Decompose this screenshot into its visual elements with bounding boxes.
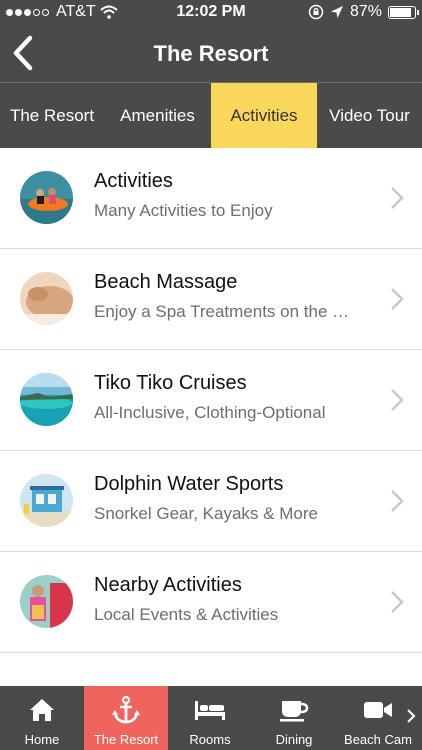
activities-thumbnail	[20, 171, 73, 224]
tab-bar: The Resort Amenities Activities Video To…	[0, 83, 422, 148]
nav-dining[interactable]: Dining	[252, 686, 336, 750]
nav-rooms[interactable]: Rooms	[168, 686, 252, 750]
nav-label: Beach Cam	[344, 732, 412, 747]
list-item-beach-massage[interactable]: Beach Massage Enjoy a Spa Treatments on …	[0, 249, 422, 350]
list-item-title: Tiko Tiko Cruises	[94, 372, 247, 394]
video-camera-icon	[364, 702, 392, 718]
tab-the-resort[interactable]: The Resort	[0, 83, 104, 148]
list-item-subtitle: All-Inclusive, Clothing-Optional	[94, 403, 326, 422]
chevron-right-icon	[391, 591, 404, 613]
nav-beach-cam[interactable]: Beach Cam	[336, 686, 420, 750]
list-item-nearby-activities[interactable]: Nearby Activities Local Events & Activit…	[0, 552, 422, 653]
nav-label: Dining	[275, 732, 313, 747]
bed-icon	[195, 701, 225, 720]
activities-list: Activities Many Activities to Enjoy Beac…	[0, 148, 422, 653]
list-item-tiko-tiko-cruises[interactable]: Tiko Tiko Cruises All-Inclusive, Clothin…	[0, 350, 422, 451]
nav-label: The Resort	[93, 732, 159, 747]
chevron-right-icon	[391, 187, 404, 209]
beach-massage-thumbnail	[20, 272, 73, 325]
battery-icon	[388, 5, 419, 19]
header-bar: The Resort	[0, 24, 422, 83]
nav-label: Home	[24, 732, 60, 747]
anchor-icon	[112, 695, 140, 724]
coffee-cup-icon	[280, 701, 309, 722]
chevron-right-icon	[391, 490, 404, 512]
water-sports-thumbnail	[20, 474, 73, 527]
list-item-subtitle: Local Events & Activities	[94, 605, 279, 624]
list-item-subtitle: Snorkel Gear, Kayaks & More	[94, 504, 318, 523]
chevron-right-icon[interactable]	[406, 708, 416, 724]
nav-label: Rooms	[189, 732, 231, 747]
location-arrow-icon	[330, 6, 343, 18]
list-item-activities[interactable]: Activities Many Activities to Enjoy	[0, 148, 422, 249]
cruises-thumbnail	[20, 373, 73, 426]
list-item-dolphin-water-sports[interactable]: Dolphin Water Sports Snorkel Gear, Kayak…	[0, 451, 422, 552]
tab-activities[interactable]: Activities	[211, 83, 317, 148]
list-item-title: Dolphin Water Sports	[94, 473, 284, 495]
bottom-navigation: Home The Resort Rooms Dining Beach Cam	[0, 686, 422, 750]
list-item-title: Nearby Activities	[94, 574, 242, 596]
chevron-right-icon	[391, 288, 404, 310]
tab-video-tour[interactable]: Video Tour	[317, 83, 422, 148]
list-item-subtitle: Many Activities to Enjoy	[94, 201, 273, 220]
home-icon	[30, 699, 54, 721]
tab-amenities[interactable]: Amenities	[104, 83, 211, 148]
chevron-right-icon	[391, 389, 404, 411]
nearby-activities-thumbnail	[20, 575, 73, 628]
battery-percentage: 87%	[349, 3, 382, 20]
list-item-title: Beach Massage	[94, 271, 238, 293]
nav-the-resort[interactable]: The Resort	[84, 686, 168, 750]
orientation-lock-icon	[308, 4, 324, 20]
list-item-title: Activities	[94, 170, 173, 192]
nav-home[interactable]: Home	[0, 686, 84, 750]
status-bar: AT&T 12:02 PM 87%	[0, 0, 422, 24]
list-item-subtitle: Enjoy a Spa Treatments on the Beach	[94, 302, 354, 321]
page-title: The Resort	[153, 41, 269, 66]
